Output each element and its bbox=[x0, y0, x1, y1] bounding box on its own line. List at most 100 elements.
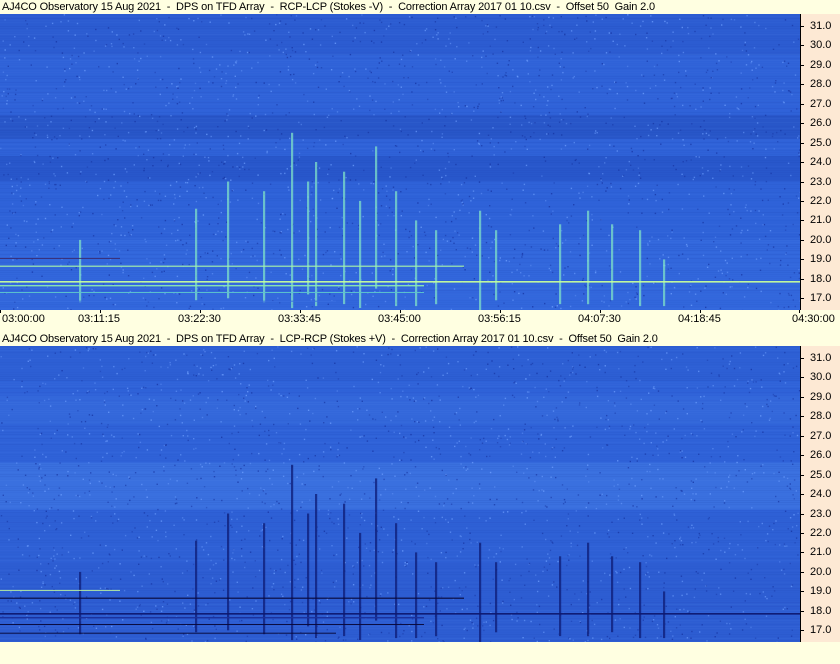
noise-speckle bbox=[176, 378, 179, 381]
noise-speckle bbox=[445, 518, 447, 521]
noise-stripe bbox=[0, 24, 800, 25]
noise-speckle bbox=[287, 186, 289, 188]
noise-speckle bbox=[473, 278, 476, 280]
noise-speckle bbox=[40, 432, 43, 435]
noise-speckle bbox=[95, 28, 97, 31]
noise-speckle bbox=[58, 374, 60, 376]
noise-speckle bbox=[37, 427, 39, 430]
noise-speckle bbox=[439, 421, 441, 423]
y-tick-label: 18.0 bbox=[810, 604, 832, 617]
noise-speckle bbox=[786, 545, 788, 547]
noise-speckle bbox=[188, 307, 190, 310]
noise-speckle bbox=[720, 549, 722, 552]
noise-speckle bbox=[538, 74, 540, 77]
noise-speckle bbox=[203, 349, 205, 351]
noise-speckle bbox=[548, 206, 551, 208]
noise-speckle bbox=[628, 607, 630, 610]
noise-speckle bbox=[178, 556, 181, 558]
noise-speckle bbox=[472, 197, 475, 199]
noise-speckle bbox=[390, 167, 392, 169]
noise-speckle bbox=[24, 392, 26, 394]
noise-speckle bbox=[275, 570, 277, 572]
noise-speckle bbox=[284, 172, 286, 175]
noise-speckle bbox=[8, 414, 10, 416]
noise-speckle bbox=[599, 472, 601, 474]
noise-speckle bbox=[387, 534, 389, 536]
noise-speckle bbox=[532, 215, 534, 217]
noise-speckle bbox=[78, 212, 80, 214]
noise-speckle bbox=[359, 436, 361, 438]
noise-speckle bbox=[701, 579, 703, 581]
noise-speckle bbox=[703, 572, 705, 574]
noise-stripe bbox=[0, 270, 800, 271]
noise-speckle bbox=[2, 429, 4, 432]
noise-speckle bbox=[423, 231, 426, 233]
noise-speckle bbox=[731, 433, 734, 435]
noise-speckle bbox=[211, 171, 214, 173]
y-tick bbox=[800, 552, 804, 554]
noise-speckle bbox=[261, 529, 264, 531]
noise-speckle bbox=[753, 472, 756, 474]
noise-speckle bbox=[98, 480, 100, 483]
noise-speckle bbox=[148, 204, 150, 207]
noise-speckle bbox=[64, 594, 66, 597]
noise-speckle bbox=[533, 637, 535, 639]
noise-speckle bbox=[750, 626, 752, 629]
noise-speckle bbox=[611, 521, 613, 523]
noise-speckle bbox=[38, 468, 40, 470]
noise-speckle bbox=[680, 86, 682, 89]
noise-speckle bbox=[187, 435, 189, 437]
noise-speckle bbox=[388, 156, 391, 158]
noise-speckle bbox=[400, 424, 403, 427]
noise-speckle bbox=[642, 361, 644, 363]
noise-speckle bbox=[702, 15, 705, 17]
noise-speckle bbox=[722, 292, 724, 294]
noise-speckle bbox=[616, 43, 618, 46]
noise-speckle bbox=[443, 502, 445, 504]
noise-speckle bbox=[454, 413, 456, 415]
noise-speckle bbox=[699, 534, 701, 536]
noise-speckle bbox=[64, 81, 66, 83]
noise-speckle bbox=[432, 142, 434, 145]
noise-speckle bbox=[543, 249, 546, 251]
noise-speckle bbox=[61, 554, 63, 556]
noise-speckle bbox=[288, 31, 290, 33]
noise-speckle bbox=[408, 16, 411, 18]
noise-stripe bbox=[0, 530, 800, 531]
noise-speckle bbox=[173, 203, 175, 205]
noise-speckle bbox=[529, 38, 531, 40]
noise-speckle bbox=[279, 302, 281, 304]
noise-speckle bbox=[710, 17, 712, 19]
noise-speckle bbox=[143, 167, 145, 170]
noise-speckle bbox=[705, 285, 707, 287]
noise-speckle bbox=[353, 108, 355, 110]
noise-speckle bbox=[182, 635, 184, 637]
noise-speckle bbox=[32, 492, 34, 494]
noise-speckle bbox=[618, 368, 620, 370]
noise-speckle bbox=[517, 346, 519, 348]
noise-speckle bbox=[772, 393, 775, 396]
noise-speckle bbox=[583, 293, 585, 295]
noise-speckle bbox=[85, 347, 88, 349]
noise-speckle bbox=[293, 162, 295, 164]
noise-speckle bbox=[594, 70, 596, 72]
noise-speckle bbox=[649, 463, 651, 466]
noise-speckle bbox=[439, 112, 441, 114]
noise-speckle bbox=[713, 241, 715, 243]
noise-speckle bbox=[345, 176, 347, 179]
noise-speckle bbox=[337, 480, 340, 483]
noise-speckle bbox=[11, 120, 14, 122]
noise-speckle bbox=[474, 564, 476, 566]
noise-speckle bbox=[237, 591, 239, 593]
noise-speckle bbox=[138, 536, 140, 538]
noise-speckle bbox=[410, 433, 412, 436]
noise-speckle bbox=[239, 620, 241, 622]
noise-speckle bbox=[430, 586, 432, 588]
noise-speckle bbox=[310, 220, 312, 223]
noise-speckle bbox=[28, 555, 31, 557]
noise-speckle bbox=[794, 305, 796, 308]
noise-speckle bbox=[468, 42, 470, 44]
noise-speckle bbox=[515, 382, 517, 384]
noise-speckle bbox=[123, 450, 125, 453]
noise-speckle bbox=[157, 199, 160, 202]
